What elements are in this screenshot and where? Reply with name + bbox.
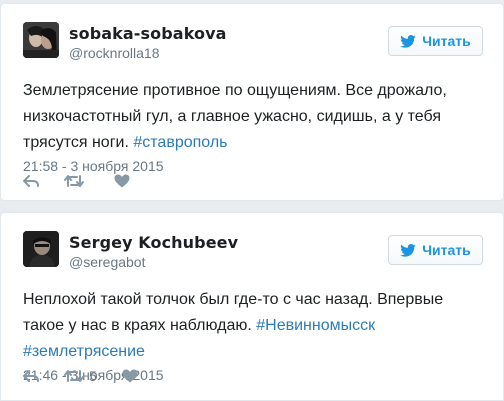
like-button[interactable] [114, 174, 130, 188]
like-button[interactable] [122, 369, 138, 383]
tweet-text-body: Неплохой такой толчок был где-то с час н… [23, 291, 444, 334]
hashtag-link[interactable]: #ставрополь [133, 134, 227, 151]
tweet-text: Неплохой такой толчок был где-то с час н… [23, 287, 483, 365]
heart-icon [114, 174, 130, 188]
reply-button[interactable] [23, 369, 39, 383]
screen-name[interactable]: @seregabot [69, 254, 238, 270]
twitter-bird-icon [400, 34, 417, 48]
retweet-icon [64, 175, 84, 187]
tweet-header: sobaka-sobakova @rocknrolla18 Читать [23, 16, 483, 68]
follow-button[interactable]: Читать [388, 235, 483, 265]
tweet-card: Sergey Kochubeev @seregabot Читать Непло… [0, 212, 504, 401]
follow-label: Читать [422, 242, 471, 258]
retweet-count: 5 [89, 368, 97, 384]
retweet-button[interactable]: 5 [64, 368, 97, 384]
tweet-actions: 5 [23, 368, 163, 384]
reply-button[interactable] [23, 174, 39, 188]
tweet-card: sobaka-sobakova @rocknrolla18 Читать Зем… [0, 3, 504, 201]
avatar[interactable] [23, 22, 59, 58]
timestamp[interactable]: 21:58 - 3 ноября 2015 [23, 158, 483, 174]
display-name[interactable]: sobaka-sobakova [69, 24, 227, 43]
tweet-actions [23, 174, 155, 188]
hashtag-link[interactable]: #землетрясение [23, 343, 145, 360]
display-name[interactable]: Sergey Kochubeev [69, 233, 238, 252]
tweet-header: Sergey Kochubeev @seregabot Читать [23, 225, 483, 277]
avatar[interactable] [23, 231, 59, 267]
twitter-bird-icon [400, 243, 417, 257]
tweet-text: Землетрясение противное по ощущениям. Вс… [23, 78, 483, 156]
screen-name[interactable]: @rocknrolla18 [69, 45, 227, 61]
hashtag-link[interactable]: #Невинномысск [256, 317, 375, 334]
user-names: sobaka-sobakova @rocknrolla18 [69, 24, 227, 61]
reply-icon [23, 370, 39, 382]
user-names: Sergey Kochubeev @seregabot [69, 233, 238, 270]
retweet-icon [64, 370, 84, 382]
reply-icon [23, 175, 39, 187]
follow-label: Читать [422, 33, 471, 49]
follow-button[interactable]: Читать [388, 26, 483, 56]
tweet-text-body: Землетрясение противное по ощущениям. Вс… [23, 82, 447, 151]
heart-icon [122, 369, 138, 383]
retweet-button[interactable] [64, 174, 89, 188]
